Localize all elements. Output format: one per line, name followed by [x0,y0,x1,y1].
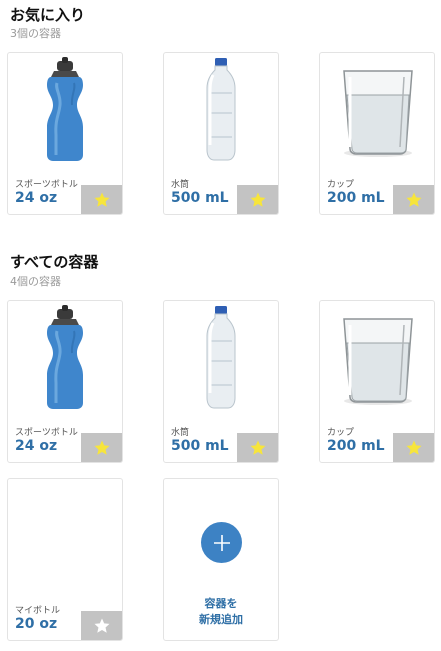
favorite-toggle-button[interactable] [393,433,434,462]
star-icon [94,192,109,207]
container-card-water-bottle[interactable]: 水筒 500 mL [163,52,279,215]
add-label-line1: 容器を [204,597,238,610]
plus-icon [201,522,242,563]
card-label: カップ [327,428,355,438]
star-icon [250,192,265,207]
card-volume: 500 mL [171,438,229,454]
card-label: スポーツボトル [15,428,78,438]
favorites-section: お気に入り 3個の容器 スポーツボトル 24 oz 水筒 500 mL カップ … [0,0,441,230]
favorites-title: お気に入り [10,6,86,24]
glass-cup-image [320,301,434,419]
add-new-container-label: 容器を 新規追加 [164,596,278,628]
star-icon [94,440,109,455]
add-label-line2: 新規追加 [199,613,243,626]
favorite-toggle-button[interactable] [81,611,122,640]
star-icon [94,618,109,633]
all-containers-title: すべての容器 [10,253,99,271]
star-icon [250,440,265,455]
card-volume: 24 oz [15,438,58,454]
all-containers-count: 4個の容器 [10,275,61,288]
container-card-cup[interactable]: カップ 200 mL [319,300,435,463]
container-card-my-bottle[interactable]: マイボトル 20 oz [7,478,123,641]
sports-bottle-image [8,53,122,171]
card-label: 水筒 [171,428,190,438]
all-containers-section: すべての容器 4個の容器 スポーツボトル 24 oz 水筒 500 mL カップ… [0,250,441,651]
favorite-toggle-button[interactable] [237,433,278,462]
card-label: スポーツボトル [15,180,78,190]
sports-bottle-image [8,301,122,419]
container-card-cup[interactable]: カップ 200 mL [319,52,435,215]
favorite-toggle-button[interactable] [81,433,122,462]
star-icon [406,440,421,455]
card-volume: 200 mL [327,438,385,454]
container-card-sports-bottle[interactable]: スポーツボトル 24 oz [7,300,123,463]
card-volume: 24 oz [15,190,58,206]
card-volume: 200 mL [327,190,385,206]
water-bottle-image [164,53,278,171]
add-new-container-button[interactable]: 容器を 新規追加 [163,478,279,641]
favorite-toggle-button[interactable] [81,185,122,214]
favorites-count: 3個の容器 [10,27,61,40]
favorite-toggle-button[interactable] [393,185,434,214]
water-bottle-image [164,301,278,419]
star-icon [406,192,421,207]
card-volume: 20 oz [15,616,58,632]
card-label: 水筒 [171,180,190,190]
card-label: カップ [327,180,355,190]
container-card-sports-bottle[interactable]: スポーツボトル 24 oz [7,52,123,215]
card-label: マイボトル [15,606,61,616]
container-card-water-bottle[interactable]: 水筒 500 mL [163,300,279,463]
favorite-toggle-button[interactable] [237,185,278,214]
glass-cup-image [320,53,434,171]
card-volume: 500 mL [171,190,229,206]
